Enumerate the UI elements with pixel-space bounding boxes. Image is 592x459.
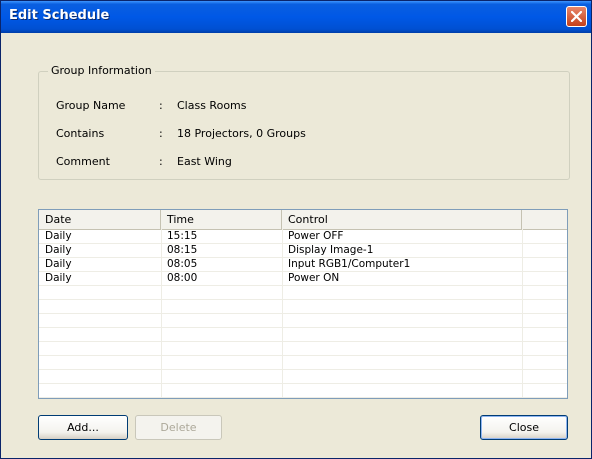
comment-label: Comment [56,155,110,168]
contains-separator: : [159,127,163,140]
contains-value: 18 Projectors, 0 Groups [177,127,306,140]
table-row[interactable]: Daily 08:05 Input RGB1/Computer1 [39,258,567,272]
empty-row [39,342,567,356]
empty-row [39,384,567,398]
table-row[interactable]: Daily 08:00 Power ON [39,272,567,286]
close-icon [571,11,582,22]
row-control: Display Image-1 [288,244,374,256]
comment-value: East Wing [177,155,232,168]
group-name-label: Group Name [56,99,126,112]
empty-row [39,300,567,314]
close-window-button[interactable] [566,6,587,27]
row-date: Daily [45,272,72,284]
group-name-separator: : [159,99,163,112]
row-time: 08:00 [167,272,198,284]
empty-row [39,356,567,370]
row-control: Input RGB1/Computer1 [288,258,411,270]
delete-button[interactable]: Delete [135,415,222,440]
window-title: Edit Schedule [9,8,110,23]
table-row[interactable]: Daily 15:15 Power OFF [39,230,567,244]
schedule-list-header: Date Time Control [39,210,567,230]
group-information-legend: Group Information [48,64,155,77]
contains-label: Contains [56,127,105,140]
column-header-control[interactable]: Control [282,210,522,229]
empty-row [39,328,567,342]
empty-row [39,314,567,328]
column-header-blank[interactable] [522,210,567,229]
column-header-time[interactable]: Time [161,210,282,229]
title-bar[interactable]: Edit Schedule [1,1,591,33]
edit-schedule-dialog: Edit Schedule Group Information Group Na… [0,0,592,459]
row-time: 15:15 [167,230,198,242]
dialog-body: Group Information Group Name : Class Roo… [1,33,591,458]
add-button[interactable]: Add... [38,415,128,440]
row-time: 08:05 [167,258,198,270]
close-button[interactable]: Close [480,415,568,440]
column-header-date[interactable]: Date [39,210,161,229]
group-name-value: Class Rooms [177,99,247,112]
row-date: Daily [45,258,72,270]
empty-row [39,286,567,300]
group-information-box: Group Information Group Name : Class Roo… [38,64,570,180]
table-row[interactable]: Daily 08:15 Display Image-1 [39,244,567,258]
row-control: Power ON [288,272,340,284]
row-time: 08:15 [167,244,198,256]
schedule-list[interactable]: Date Time Control Daily 15:15 Power OFF … [38,209,568,399]
row-date: Daily [45,244,72,256]
row-date: Daily [45,230,72,242]
row-control: Power OFF [288,230,344,242]
comment-separator: : [159,155,163,168]
empty-row [39,370,567,384]
